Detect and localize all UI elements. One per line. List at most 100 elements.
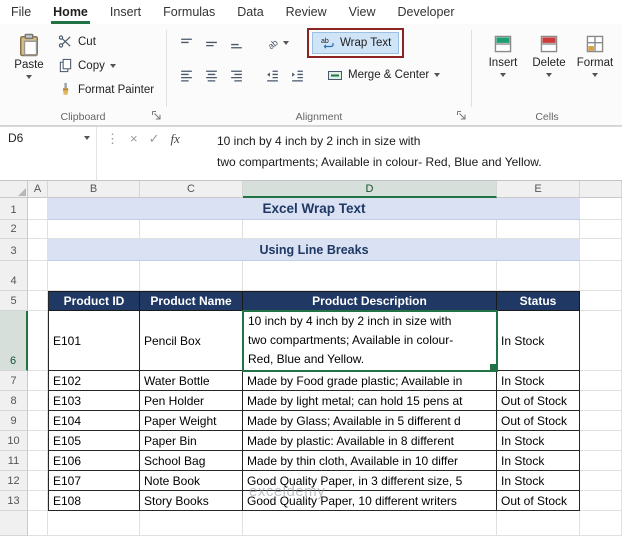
alignment-dialog-launcher-icon[interactable] (456, 110, 468, 122)
row-header-2[interactable]: 2 (0, 220, 28, 239)
cell-f4[interactable] (580, 261, 622, 291)
increase-indent-button[interactable] (286, 64, 308, 86)
cell-e4[interactable] (497, 261, 580, 291)
cell-e2[interactable] (497, 220, 580, 239)
wrap-text-button[interactable]: ab Wrap Text (312, 32, 400, 54)
column-header-c[interactable]: C (140, 181, 243, 198)
table-header-product-name[interactable]: Product Name (140, 291, 243, 311)
cell-product-name[interactable]: Water Bottle (140, 371, 243, 391)
cell-col-f[interactable] (580, 471, 622, 491)
cell-product-description[interactable]: Made by Food grade plastic; Available in (243, 371, 497, 391)
decrease-indent-button[interactable] (261, 64, 283, 86)
cell-f6[interactable] (580, 311, 622, 371)
cell-product-name[interactable]: Paper Weight (140, 411, 243, 431)
name-box[interactable]: D6 (0, 127, 97, 180)
column-header-e[interactable]: E (497, 181, 580, 198)
enter-icon[interactable]: ✓ (149, 131, 160, 147)
column-header-d[interactable]: D (243, 181, 497, 198)
row-header[interactable]: 11 (0, 451, 28, 471)
cell-a6[interactable] (28, 311, 48, 371)
cell-a3[interactable] (28, 239, 48, 261)
cell-product-name[interactable]: Pen Holder (140, 391, 243, 411)
table-header-product-description[interactable]: Product Description (243, 291, 497, 311)
cell-col-a[interactable] (28, 371, 48, 391)
row-header[interactable]: 7 (0, 371, 28, 391)
cell-product-name[interactable]: Paper Bin (140, 431, 243, 451)
cell-product-description[interactable]: Made by light metal; can hold 15 pens at (243, 391, 497, 411)
filler-cell[interactable] (28, 511, 48, 536)
filler-cell[interactable] (48, 511, 140, 536)
cell-f1[interactable] (580, 198, 622, 220)
cell-f2[interactable] (580, 220, 622, 239)
align-left-button[interactable] (175, 64, 197, 86)
bottom-align-button[interactable] (225, 32, 247, 54)
formula-input[interactable]: 10 inch by 4 inch by 2 inch in size with… (189, 127, 622, 180)
cell-col-a[interactable] (28, 391, 48, 411)
format-painter-button[interactable]: Format Painter (56, 79, 156, 100)
table-header-status[interactable]: Status (497, 291, 580, 311)
copy-button[interactable]: Copy (56, 55, 156, 76)
cell-f3[interactable] (580, 239, 622, 261)
paste-button[interactable]: Paste (6, 29, 52, 107)
row-header-1[interactable]: 1 (0, 198, 28, 220)
cell-col-a[interactable] (28, 411, 48, 431)
cell-product-id[interactable]: E105 (48, 431, 140, 451)
row-header[interactable]: 10 (0, 431, 28, 451)
align-right-button[interactable] (225, 64, 247, 86)
row-header[interactable]: 9 (0, 411, 28, 431)
cell-product-description[interactable]: Good Quality Paper, 10 different writers (243, 491, 497, 511)
filler-cell[interactable] (580, 511, 622, 536)
cell-col-f[interactable] (580, 371, 622, 391)
cell-b2[interactable] (48, 220, 140, 239)
row-header-3[interactable]: 3 (0, 239, 28, 261)
cell-status[interactable]: In Stock (497, 311, 580, 371)
insert-cells-button[interactable]: Insert (480, 29, 526, 107)
cell-col-a[interactable] (28, 491, 48, 511)
tab-view[interactable]: View (338, 0, 387, 24)
table-header-product-id[interactable]: Product ID (48, 291, 140, 311)
tab-formulas[interactable]: Formulas (152, 0, 226, 24)
sheet-subtitle-cell[interactable]: Using Line Breaks (48, 239, 580, 261)
cell-status[interactable]: Out of Stock (497, 491, 580, 511)
cell-product-description[interactable]: Made by thin cloth, Available in 10 diff… (243, 451, 497, 471)
cell-a1[interactable] (28, 198, 48, 220)
format-cells-button[interactable]: Format (572, 29, 618, 107)
cell-col-f[interactable] (580, 411, 622, 431)
tab-home[interactable]: Home (42, 0, 99, 24)
cell-status[interactable]: In Stock (497, 451, 580, 471)
column-header-b[interactable]: B (48, 181, 140, 198)
row-header-filler[interactable] (0, 511, 28, 536)
selected-cell-d6[interactable]: 10 inch by 4 inch by 2 inch in size with… (242, 310, 498, 372)
cell-col-a[interactable] (28, 451, 48, 471)
cell-c2[interactable] (140, 220, 243, 239)
cell-product-description[interactable]: Good Quality Paper, in 3 different size,… (243, 471, 497, 491)
cell-d2[interactable] (243, 220, 497, 239)
cell-product-description[interactable]: Made by Glass; Available in 5 different … (243, 411, 497, 431)
cell-product-id[interactable]: E107 (48, 471, 140, 491)
cell-product-name[interactable]: Note Book (140, 471, 243, 491)
cell-c4[interactable] (140, 261, 243, 291)
cell-col-f[interactable] (580, 451, 622, 471)
cell-status[interactable]: In Stock (497, 371, 580, 391)
filler-cell[interactable] (140, 511, 243, 536)
cell-product-name[interactable]: Pencil Box (140, 311, 243, 371)
cell-status[interactable]: In Stock (497, 471, 580, 491)
row-header-5[interactable]: 5 (0, 291, 28, 311)
cell-f5[interactable] (580, 291, 622, 311)
cell-a2[interactable] (28, 220, 48, 239)
cell-product-id[interactable]: E104 (48, 411, 140, 431)
top-align-button[interactable] (175, 32, 197, 54)
cell-product-id[interactable]: E101 (48, 311, 140, 371)
cell-product-id[interactable]: E103 (48, 391, 140, 411)
cell-col-f[interactable] (580, 391, 622, 411)
cell-status[interactable]: Out of Stock (497, 391, 580, 411)
filler-cell[interactable] (243, 511, 497, 536)
cell-col-f[interactable] (580, 491, 622, 511)
select-all-corner[interactable] (0, 181, 28, 198)
insert-function-icon[interactable]: fx (171, 131, 180, 147)
column-header-a[interactable]: A (28, 181, 48, 198)
clipboard-dialog-launcher-icon[interactable] (151, 110, 163, 122)
cell-product-name[interactable]: Story Books (140, 491, 243, 511)
orientation-button[interactable]: ab (261, 32, 293, 54)
cell-status[interactable]: In Stock (497, 431, 580, 451)
